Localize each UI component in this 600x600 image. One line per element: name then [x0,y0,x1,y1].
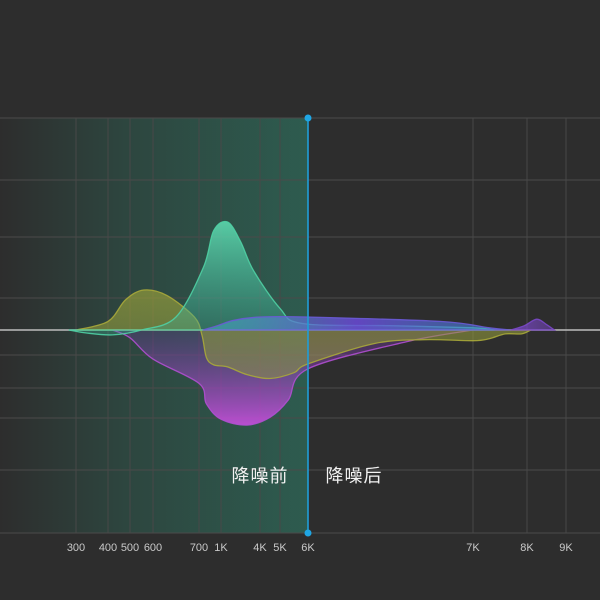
x-tick-label: 8K [520,542,534,554]
spectrum-chart: 300 400 500 600 700 1K 4K 5K 6K 7K 8K 9K 降噪前 降噪后 [0,0,600,600]
x-tick-label: 9K [559,542,573,554]
divider-handle-top[interactable] [304,114,312,122]
x-tick-label: 4K [253,542,267,554]
x-tick-label: 5K [273,542,287,554]
x-tick-label: 300 [67,542,85,554]
x-tick-label: 1K [214,542,228,554]
x-tick-label: 500 [121,542,139,554]
before-denoise-label: 降噪前 [232,466,289,487]
x-tick-label: 700 [190,542,208,554]
x-tick-label: 6K [301,542,315,554]
x-tick-label: 600 [144,542,162,554]
after-denoise-label: 降噪后 [326,466,383,487]
divider-handle-bottom[interactable] [304,529,312,537]
x-tick-label: 7K [466,542,480,554]
x-tick-label: 400 [99,542,117,554]
